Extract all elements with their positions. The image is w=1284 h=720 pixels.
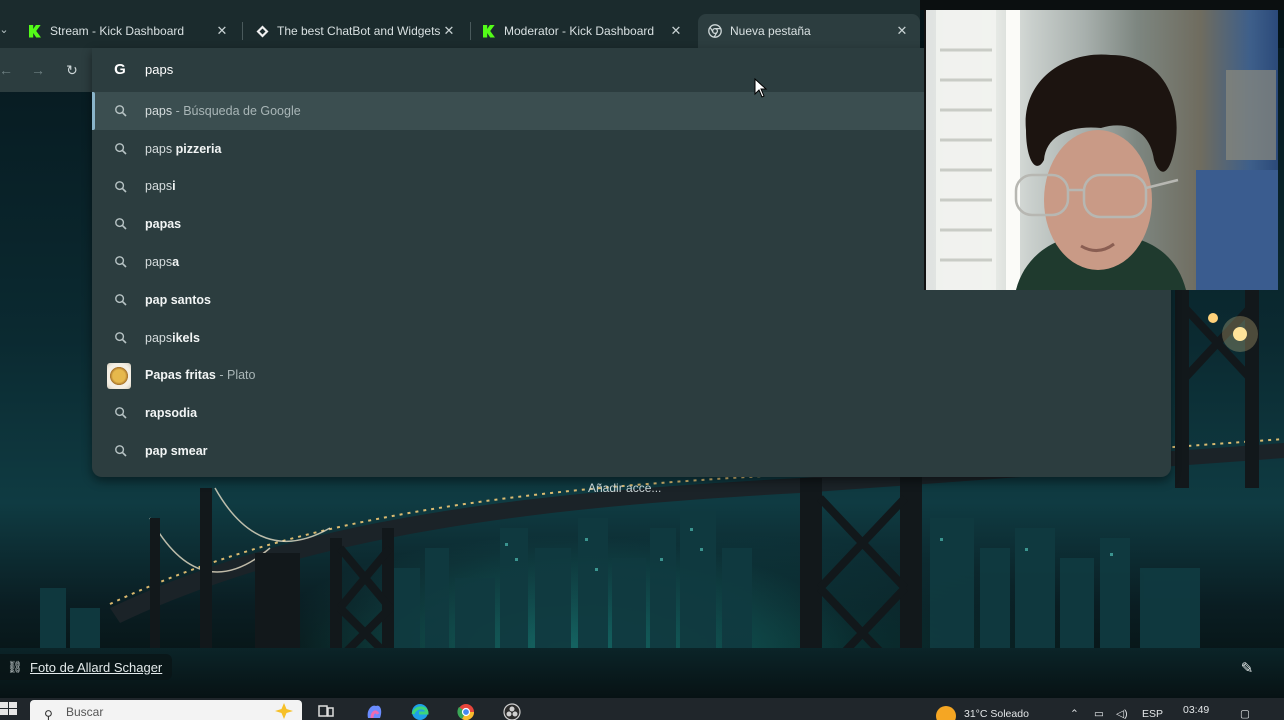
search-icon xyxy=(115,294,127,306)
mouse-cursor-icon xyxy=(754,78,768,98)
edge-icon[interactable] xyxy=(410,702,430,720)
address-bar-text[interactable]: paps xyxy=(145,62,173,77)
suggestion-item[interactable]: rapsodia xyxy=(92,394,1171,432)
botrix-icon xyxy=(255,24,269,38)
close-icon[interactable]: ✕ xyxy=(668,23,684,39)
search-icon xyxy=(115,105,127,117)
suggestion-completion: pap santos xyxy=(145,292,211,307)
windows-taskbar: ⚲ Buscar 31°C Soleado ⌃ ▭ ◁) ESP 03:49 ▢ xyxy=(0,698,1284,720)
tab-stream-kick-dashboard[interactable]: Stream - Kick Dashboard ✕ xyxy=(18,14,240,48)
suggestion-item[interactable]: pap smear xyxy=(92,432,1171,470)
chrome-icon xyxy=(708,24,722,38)
tab-title: Stream - Kick Dashboard xyxy=(50,24,185,38)
search-icon xyxy=(115,407,127,419)
suggestion-completion: pizzeria xyxy=(175,141,222,156)
suggestion-query: paps xyxy=(145,103,173,118)
suggestion-item-entity[interactable]: Papas fritas - Plato xyxy=(92,357,1171,395)
search-icon xyxy=(115,218,127,230)
back-arrow-icon[interactable]: ← xyxy=(0,60,16,80)
suggestion-query: paps xyxy=(145,330,173,345)
suggestion-completion: pap smear xyxy=(145,444,208,459)
food-thumbnail xyxy=(107,362,131,389)
suggestion-completion: papas xyxy=(145,217,182,232)
address-bar[interactable]: G paps xyxy=(92,48,920,92)
weather-sun-icon[interactable] xyxy=(936,706,956,720)
close-icon[interactable]: ✕ xyxy=(214,23,230,39)
weather-text[interactable]: 31°C Soleado xyxy=(964,708,1029,720)
google-g-icon: G xyxy=(114,61,126,78)
suggestion-detail: - Búsqueda de Google xyxy=(172,103,301,118)
tray-chevron-up-icon[interactable]: ⌃ xyxy=(1070,708,1079,720)
suggestion-completion: i xyxy=(172,179,176,194)
customize-pencil-icon[interactable]: ✎ xyxy=(1234,656,1260,682)
tab-moderator-kick-dashboard[interactable]: Moderator - Kick Dashboard ✕ xyxy=(472,14,694,48)
suggestion-item[interactable]: papsikels xyxy=(92,319,1171,357)
search-icon xyxy=(115,445,127,457)
webcam-overlay xyxy=(924,10,1278,290)
close-icon[interactable]: ✕ xyxy=(894,23,910,39)
tray-volume-icon[interactable]: ◁) xyxy=(1116,708,1128,720)
suggestion-completion: rapsodia xyxy=(145,406,198,421)
tab-divider xyxy=(242,22,243,40)
search-icon xyxy=(115,256,127,268)
close-icon[interactable]: ✕ xyxy=(441,23,457,39)
photo-credit-link[interactable]: ⛓ Foto de Allard Schager xyxy=(0,654,173,680)
suggestion-query: paps xyxy=(145,179,173,194)
taskbar-search-box[interactable]: ⚲ Buscar xyxy=(30,700,302,720)
tray-network-icon[interactable]: ▭ xyxy=(1094,708,1104,720)
suggestion-completion: a xyxy=(172,255,180,270)
notification-icon[interactable]: ▢ xyxy=(1240,708,1250,720)
search-highlight-icon xyxy=(275,703,293,719)
forward-arrow-icon[interactable]: → xyxy=(28,60,48,80)
search-icon xyxy=(115,180,127,193)
kick-logo-icon xyxy=(28,24,42,38)
suggestion-completion: ikels xyxy=(172,330,200,345)
kick-logo-icon xyxy=(482,24,496,38)
tab-divider xyxy=(470,22,471,40)
windows-start-icon[interactable] xyxy=(0,702,18,716)
obs-icon[interactable] xyxy=(502,702,522,720)
search-icon: ⚲ xyxy=(44,708,53,720)
chrome-taskbar-icon[interactable] xyxy=(456,702,476,720)
tab-title: The best ChatBot and Widgets xyxy=(277,24,441,38)
tab-strip: ⌄ Stream - Kick Dashboard ✕ The best Cha… xyxy=(0,0,920,48)
tab-chatbot-widgets[interactable]: The best ChatBot and Widgets ✕ xyxy=(245,14,467,48)
photo-credit-text: Foto de Allard Schager xyxy=(30,659,163,675)
tab-search-chevron-icon[interactable]: ⌄ xyxy=(0,20,12,40)
tab-nueva-pestana[interactable]: Nueva pestaña ✕ xyxy=(698,14,920,48)
taskbar-search-placeholder: Buscar xyxy=(66,705,104,719)
clock-time[interactable]: 03:49 xyxy=(1183,704,1209,716)
suggestion-query: paps xyxy=(145,141,176,156)
copilot-icon[interactable] xyxy=(364,702,384,720)
tab-title: Moderator - Kick Dashboard xyxy=(504,24,655,38)
tab-title: Nueva pestaña xyxy=(730,24,811,38)
search-icon xyxy=(115,331,127,344)
suggestion-detail: - Plato xyxy=(215,368,256,383)
link-icon: ⛓ xyxy=(7,660,23,674)
suggestion-completion: Papas fritas xyxy=(145,368,216,383)
search-icon xyxy=(115,142,127,155)
language-indicator[interactable]: ESP xyxy=(1142,708,1163,720)
reload-icon[interactable]: ↻ xyxy=(62,60,82,80)
bay-water xyxy=(0,648,1284,698)
suggestion-query: paps xyxy=(145,255,173,270)
task-view-icon[interactable] xyxy=(316,702,336,720)
add-shortcut-label[interactable]: Añadir acce... xyxy=(588,481,661,495)
